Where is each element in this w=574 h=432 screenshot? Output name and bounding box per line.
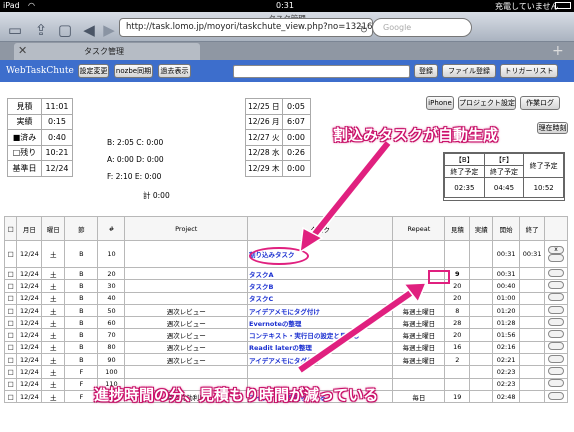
annotation-bottom: 進捗時間の分、見積もり時間が減っている: [94, 386, 379, 404]
annotation-top: 割込みタスクが自動生成: [333, 126, 499, 144]
annotation-arrows: [297, 140, 428, 374]
